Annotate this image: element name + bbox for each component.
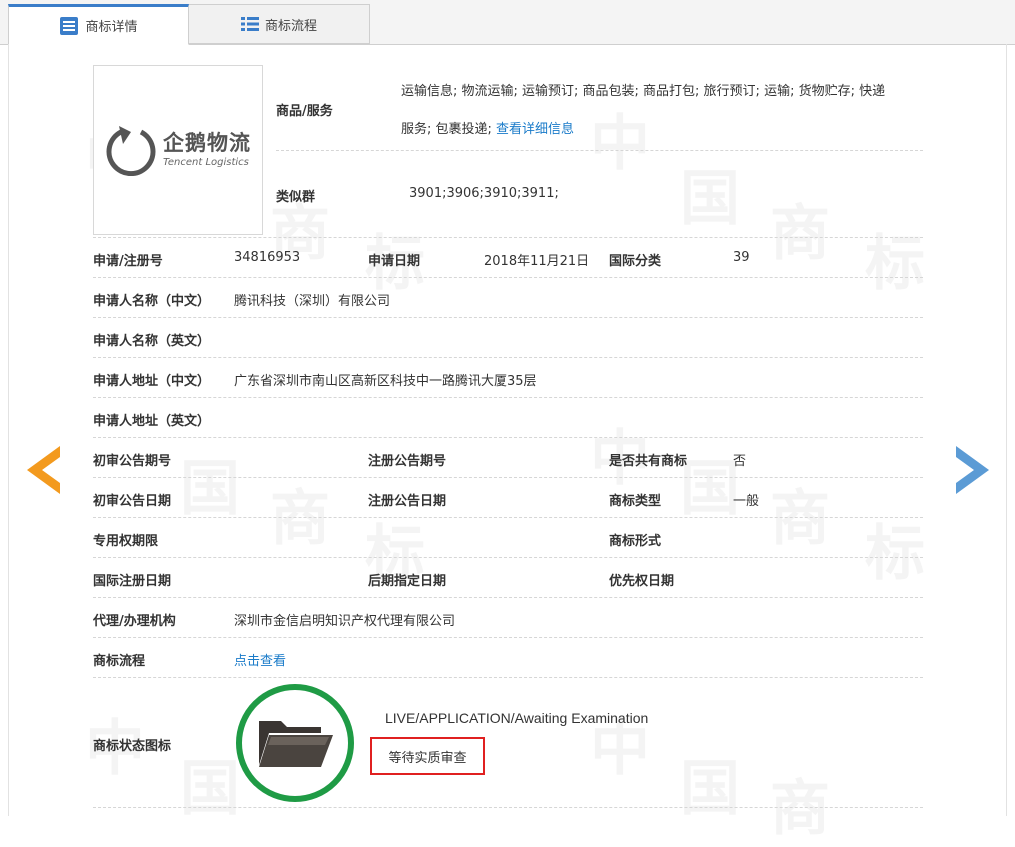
- goods-services-text: 服务; 包裹投递;: [401, 122, 492, 137]
- tab-label: 商标详情: [85, 20, 138, 35]
- prelim-pub-no-label: 初审公告期号: [93, 454, 172, 469]
- divider: [93, 317, 923, 318]
- tab-trademark-detail[interactable]: 商标详情: [8, 4, 189, 45]
- similar-group-value: 3901;3906;3910;3911;: [409, 186, 559, 201]
- reg-no-value: 34816953: [234, 250, 301, 265]
- prev-record-arrow[interactable]: [27, 446, 61, 498]
- goods-services-line1: 运输信息; 物流运输; 运输预订; 商品包装; 商品打包; 旅行预订; 运输; …: [401, 84, 886, 99]
- agent-label: 代理/办理机构: [93, 614, 176, 629]
- next-record-arrow[interactable]: [955, 446, 989, 498]
- process-view-link[interactable]: 点击查看: [234, 650, 286, 669]
- applicant-en-label: 申请人名称（英文）: [93, 334, 211, 349]
- similar-group-label: 类似群: [276, 190, 316, 205]
- divider: [93, 477, 923, 478]
- tab-bar: 商标详情 商标流程: [0, 0, 1015, 45]
- intl-class-label: 国际分类: [609, 254, 662, 269]
- prelim-pub-date-label: 初审公告日期: [93, 494, 172, 509]
- goods-services-line2: 服务; 包裹投递; 查看详细信息: [401, 118, 574, 137]
- divider: [93, 637, 923, 638]
- agent-value: 深圳市金信启明知识产权代理有限公司: [234, 614, 456, 629]
- tab-trademark-flow[interactable]: 商标流程: [189, 4, 370, 44]
- apply-date-value: 2018年11月21日: [484, 254, 590, 269]
- process-label: 商标流程: [93, 654, 146, 669]
- tm-form-label: 商标形式: [609, 534, 662, 549]
- divider: [93, 557, 923, 558]
- intl-class-value: 39: [733, 250, 750, 265]
- trademark-logo: 企鹅物流 Tencent Logistics: [105, 124, 251, 176]
- shared-tm-label: 是否共有商标: [609, 454, 688, 469]
- goods-services-label: 商品/服务: [276, 104, 333, 119]
- shared-tm-value: 否: [733, 454, 747, 469]
- logo-cn-text: 企鹅物流: [163, 130, 251, 155]
- divider: [93, 237, 923, 238]
- view-detail-link[interactable]: 查看详细信息: [496, 122, 574, 137]
- reg-pub-no-label: 注册公告期号: [368, 454, 447, 469]
- list-detail-icon: [60, 16, 79, 35]
- divider: [93, 357, 923, 358]
- chevron-right-icon: [956, 446, 989, 494]
- divider: [93, 597, 923, 598]
- reg-no-label: 申请/注册号: [93, 254, 163, 269]
- chevron-left-icon: [27, 446, 60, 494]
- address-cn-label: 申请人地址（中文）: [93, 374, 211, 389]
- applicant-cn-label: 申请人名称（中文）: [93, 294, 211, 309]
- folder-open-icon: [259, 721, 333, 767]
- divider: [93, 277, 923, 278]
- status-ring: [236, 684, 354, 802]
- apply-date-label: 申请日期: [368, 254, 421, 269]
- status-en-text: LIVE/APPLICATION/Awaiting Examination: [385, 710, 649, 726]
- trademark-image: 企鹅物流 Tencent Logistics: [93, 65, 263, 235]
- tm-type-value: 一般: [733, 494, 760, 509]
- list-flow-icon: [240, 17, 259, 31]
- applicant-cn-value: 腾讯科技（深圳）有限公司: [234, 294, 391, 309]
- status-cn-text: 等待实质审查: [388, 750, 467, 766]
- divider: [93, 437, 923, 438]
- tm-type-label: 商标类型: [609, 494, 662, 509]
- reg-pub-date-label: 注册公告日期: [368, 494, 447, 509]
- exclusive-period-label: 专用权期限: [93, 534, 159, 549]
- divider: [276, 150, 923, 151]
- address-en-label: 申请人地址（英文）: [93, 414, 211, 429]
- divider: [93, 397, 923, 398]
- divider: [93, 807, 923, 808]
- later-designation-label: 后期指定日期: [368, 574, 447, 589]
- priority-date-label: 优先权日期: [609, 574, 675, 589]
- divider: [93, 677, 923, 678]
- intl-reg-date-label: 国际注册日期: [93, 574, 172, 589]
- address-cn-value: 广东省深圳市南山区高新区科技中一路腾讯大厦35层: [234, 374, 537, 389]
- status-icon-label: 商标状态图标: [93, 739, 172, 754]
- divider: [93, 517, 923, 518]
- tencent-logistics-logo-icon: [106, 126, 156, 176]
- tab-label: 商标流程: [264, 18, 317, 34]
- logo-en-text: Tencent Logistics: [163, 156, 249, 168]
- status-cn-badge: 等待实质审查: [370, 737, 485, 775]
